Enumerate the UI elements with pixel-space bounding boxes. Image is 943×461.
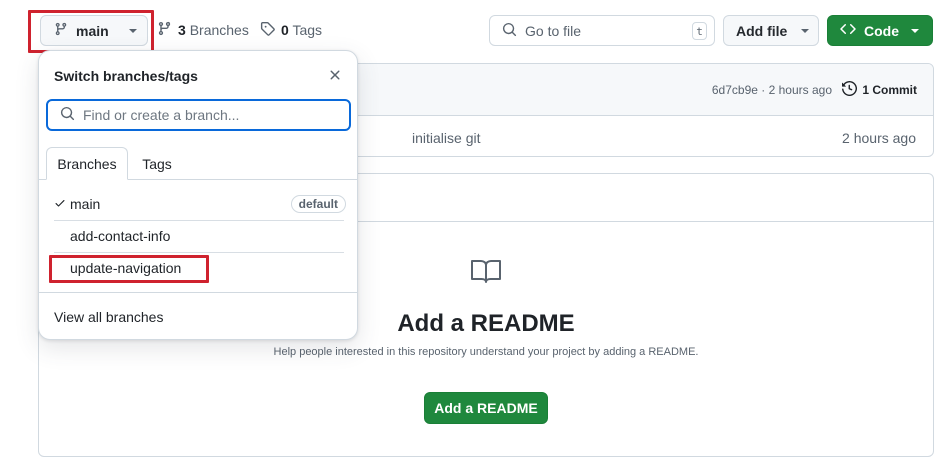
- caret-down-icon: [801, 28, 810, 33]
- caret-down-icon: [911, 28, 919, 33]
- add-file-label: Add file: [736, 22, 788, 39]
- caret-down-icon: [128, 28, 137, 33]
- branch-item-main[interactable]: main default: [54, 188, 346, 220]
- commit-count-label: 1 Commit: [862, 83, 917, 97]
- tags-link[interactable]: 0 Tags: [260, 21, 322, 39]
- default-badge: default: [290, 195, 346, 213]
- go-to-file-input[interactable]: Go to file t: [489, 15, 715, 46]
- branch-item-update-navigation[interactable]: update-navigation: [54, 252, 344, 284]
- divider: [39, 292, 357, 293]
- code-icon: [840, 21, 856, 40]
- file-commit-message[interactable]: initialise git: [412, 130, 480, 146]
- branch-selector-label: main: [76, 22, 109, 39]
- tab-branches[interactable]: Branches: [46, 147, 128, 180]
- search-icon: [60, 106, 75, 124]
- history-icon: [842, 80, 858, 99]
- branch-selector-button[interactable]: main: [40, 15, 148, 46]
- commits-link[interactable]: 1 Commit: [842, 80, 917, 99]
- branch-switcher-popover: Switch branches/tags Branches Tags main …: [38, 50, 358, 340]
- branch-icon: [54, 22, 68, 39]
- branches-label: Branches: [189, 22, 249, 38]
- branch-tag-tabs: Branches Tags: [39, 147, 357, 180]
- tags-label: Tags: [292, 22, 323, 38]
- tab-tags[interactable]: Tags: [136, 147, 178, 180]
- commit-meta: 6d7cb9e · 2 hours ago: [712, 83, 832, 97]
- code-button[interactable]: Code: [827, 15, 933, 46]
- keyboard-shortcut-hint: t: [692, 22, 707, 40]
- book-icon: [470, 258, 502, 287]
- view-all-branches-link[interactable]: View all branches: [54, 309, 163, 325]
- branch-name: update-navigation: [70, 260, 182, 276]
- readme-subtitle: Help people interested in this repositor…: [273, 346, 699, 358]
- check-icon: [54, 197, 70, 212]
- add-readme-button[interactable]: Add a README: [424, 392, 548, 424]
- commit-separator: ·: [761, 83, 766, 97]
- branch-icon: [157, 21, 172, 39]
- branch-filter-input[interactable]: [83, 107, 333, 123]
- branch-item-add-contact-info[interactable]: add-contact-info: [54, 220, 344, 252]
- branches-count: 3: [178, 22, 186, 38]
- branch-name: add-contact-info: [70, 228, 171, 244]
- add-file-button[interactable]: Add file: [723, 15, 819, 46]
- tag-icon: [260, 21, 275, 39]
- commit-hash[interactable]: 6d7cb9e: [712, 83, 758, 97]
- tags-count: 0: [281, 22, 289, 38]
- search-icon: [502, 22, 517, 40]
- commit-time: 2 hours ago: [768, 83, 832, 97]
- branch-name: main: [70, 196, 101, 212]
- file-commit-time: 2 hours ago: [842, 130, 916, 146]
- go-to-file-placeholder: Go to file: [525, 22, 582, 39]
- branches-link[interactable]: 3 Branches: [157, 21, 249, 39]
- popover-title: Switch branches/tags: [54, 68, 198, 84]
- close-icon[interactable]: [327, 67, 343, 83]
- code-label: Code: [864, 22, 899, 39]
- branch-filter-field[interactable]: [46, 99, 351, 131]
